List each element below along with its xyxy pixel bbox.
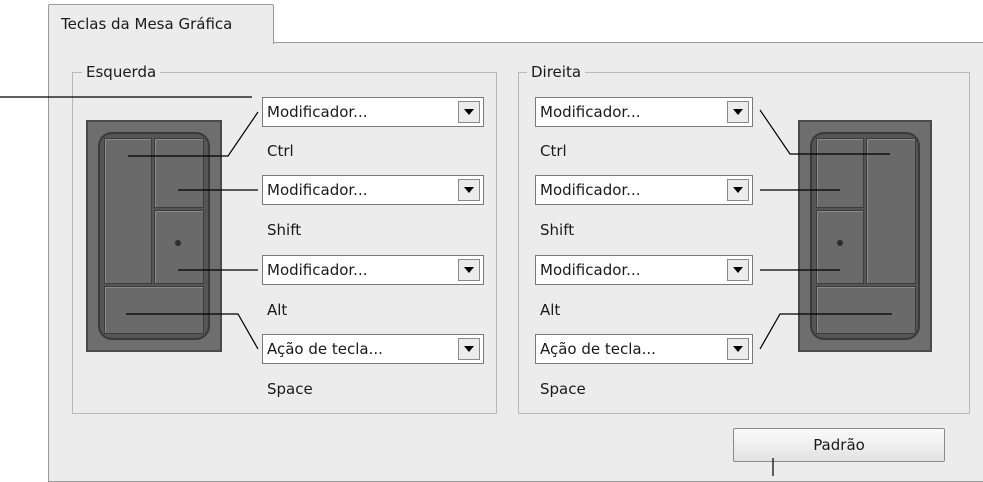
right-tablet-key-ctrl	[866, 138, 916, 284]
dropdown-arrow-icon[interactable]	[458, 338, 480, 360]
dropdown-arrow-icon[interactable]	[458, 259, 480, 281]
right-ctrl-label: Ctrl	[540, 142, 567, 160]
right-alt-dropdown[interactable]: Modificador...	[535, 255, 753, 285]
left-tablet-key-ctrl	[104, 138, 152, 284]
right-shift-dropdown[interactable]: Modificador...	[535, 175, 753, 205]
left-group-title: Esquerda	[82, 63, 161, 81]
left-shift-label: Shift	[267, 221, 302, 239]
dropdown-arrow-icon[interactable]	[727, 179, 749, 201]
right-tablet-key-shift	[816, 138, 864, 208]
dropdown-value: Modificador...	[267, 181, 368, 199]
right-shift-label: Shift	[540, 221, 575, 239]
dropdown-arrow-icon[interactable]	[458, 179, 480, 201]
dropdown-value: Ação de tecla...	[540, 340, 656, 358]
left-alt-dropdown[interactable]: Modificador...	[262, 255, 484, 285]
tab-label: Teclas da Mesa Gráfica	[61, 15, 233, 33]
dropdown-value: Modificador...	[540, 261, 641, 279]
dropdown-value: Modificador...	[540, 103, 641, 121]
left-tablet-key-shift	[154, 138, 204, 208]
right-space-dropdown[interactable]: Ação de tecla...	[535, 334, 753, 364]
default-button-label: Padrão	[813, 436, 865, 454]
left-tablet-key-space	[104, 286, 204, 334]
dropdown-value: Modificador...	[267, 103, 368, 121]
right-space-label: Space	[540, 380, 586, 398]
touch-dot-icon	[837, 240, 843, 246]
right-alt-label: Alt	[540, 301, 561, 319]
left-tablet-illustration	[86, 120, 222, 352]
dropdown-value: Ação de tecla...	[267, 340, 383, 358]
dropdown-arrow-icon[interactable]	[727, 101, 749, 123]
left-alt-label: Alt	[267, 301, 288, 319]
left-space-dropdown[interactable]: Ação de tecla...	[262, 334, 484, 364]
right-tablet-illustration	[798, 120, 932, 352]
touch-dot-icon	[175, 240, 181, 246]
left-tablet-key-alt	[154, 210, 204, 284]
dropdown-arrow-icon[interactable]	[727, 259, 749, 281]
right-tablet-key-alt	[816, 210, 864, 284]
left-ctrl-dropdown[interactable]: Modificador...	[262, 97, 484, 127]
default-button[interactable]: Padrão	[733, 428, 945, 462]
dropdown-value: Modificador...	[267, 261, 368, 279]
dropdown-value: Modificador...	[540, 181, 641, 199]
left-shift-dropdown[interactable]: Modificador...	[262, 175, 484, 205]
dropdown-arrow-icon[interactable]	[458, 101, 480, 123]
right-group-title: Direita	[527, 63, 586, 81]
right-tablet-key-space	[816, 286, 916, 334]
tab-tablet-keys[interactable]: Teclas da Mesa Gráfica	[48, 4, 274, 44]
dropdown-arrow-icon[interactable]	[727, 338, 749, 360]
left-ctrl-label: Ctrl	[267, 142, 294, 160]
right-ctrl-dropdown[interactable]: Modificador...	[535, 97, 753, 127]
left-space-label: Space	[267, 380, 313, 398]
